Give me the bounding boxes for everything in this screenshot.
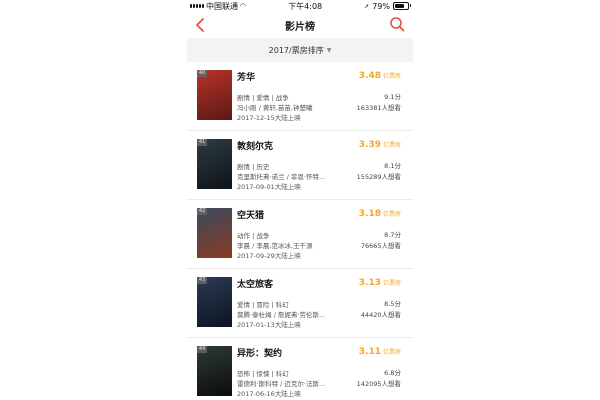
box-office-unit: 亿票房 (382, 280, 401, 287)
movie-row[interactable]: 43 太空旅客 爱情 | 冒险 | 科幻 莫腾·泰杜姆 / 詹妮弗·劳伦斯...… (187, 269, 413, 338)
status-left: 中国联通 ◠ (187, 1, 246, 12)
movie-row[interactable]: 41 敦刻尔克 剧情 | 历史 克里斯托弗·诺兰 / 菲恩·怀特... 2017… (187, 131, 413, 200)
movie-score: 8.7分 (384, 231, 401, 239)
want-to-watch-count: 76665人想看 (360, 242, 401, 250)
want-to-watch-count: 44420人想看 (360, 311, 401, 319)
box-office-value: 3.48 (358, 71, 381, 81)
box-office: 3.13 亿票房 (359, 278, 401, 288)
box-office: 3.39 亿票房 (359, 140, 401, 150)
movie-genre: 动作 | 战争 (237, 232, 270, 240)
box-office-unit: 亿票房 (382, 142, 401, 149)
movie-score: 8.1分 (384, 162, 401, 170)
rank-badge: 43 (197, 277, 207, 284)
movie-title: 空天猎 (237, 211, 265, 221)
rank-badge: 40 (197, 70, 207, 77)
movie-row[interactable]: 42 空天猎 动作 | 战争 李晨 / 李晨,范冰冰,王千源 2017-09-2… (187, 200, 413, 269)
movie-title: 异形：契约 (237, 349, 283, 359)
status-right: ➚ 79% (364, 2, 413, 11)
box-office-value: 3.13 (358, 278, 381, 288)
want-to-watch-count: 163381人想看 (356, 104, 401, 112)
want-to-watch-count: 142095人想看 (356, 380, 401, 388)
movie-release-date: 2017-09-01大陆上映 (237, 183, 301, 191)
movie-cast: 克里斯托弗·诺兰 / 菲恩·怀特... (237, 173, 326, 181)
status-bar: 中国联通 ◠ 下午4:08 ➚ 79% (187, 0, 413, 12)
box-office-value: 3.39 (358, 140, 381, 150)
signal-icon (190, 4, 204, 8)
chevron-left-icon (196, 18, 204, 32)
movie-score: 9.1分 (384, 93, 401, 101)
movie-poster[interactable]: 43 (197, 277, 232, 327)
back-button[interactable] (195, 16, 209, 34)
box-office: 3.18 亿票房 (359, 209, 401, 219)
rank-badge: 41 (197, 139, 207, 146)
box-office: 3.11 亿票房 (359, 347, 401, 357)
movie-score: 6.8分 (384, 369, 401, 377)
movie-genre: 恐怖 | 惊悚 | 科幻 (237, 370, 289, 378)
movie-cast: 莫腾·泰杜姆 / 詹妮弗·劳伦斯... (237, 311, 326, 319)
movie-cast: 雷德利·斯科特 / 迈克尔·法斯... (237, 380, 326, 388)
box-office-unit: 亿票房 (382, 349, 401, 356)
movie-poster[interactable]: 42 (197, 208, 232, 258)
search-icon (390, 17, 405, 32)
movie-release-date: 2017-06-16大陆上映 (237, 390, 301, 398)
movie-genre: 剧情 | 历史 (237, 163, 270, 171)
search-button[interactable] (389, 16, 407, 34)
movie-poster[interactable]: 40 (197, 70, 232, 120)
carrier-label: 中国联通 (206, 1, 238, 11)
movie-list: 40 芳华 剧情 | 爱情 | 战争 冯小刚 / 黄轩,苗苗,钟楚曦 2017-… (187, 62, 413, 400)
movie-cast: 冯小刚 / 黄轩,苗苗,钟楚曦 (237, 104, 313, 112)
movie-poster[interactable]: 41 (197, 139, 232, 189)
location-icon: ➚ (364, 2, 370, 10)
battery-icon (392, 2, 411, 10)
movie-release-date: 2017-01-13大陆上映 (237, 321, 301, 329)
movie-genre: 剧情 | 爱情 | 战争 (237, 94, 289, 102)
sort-filter-dropdown[interactable]: 2017/票房排序 ▼ (187, 38, 413, 62)
phone-screen: 中国联通 ◠ 下午4:08 ➚ 79% 影片榜 2017/票房排序 ▼ 40 芳… (187, 0, 413, 400)
movie-title: 芳华 (237, 73, 256, 83)
movie-release-date: 2017-09-29大陆上映 (237, 252, 301, 260)
movie-row[interactable]: 44 异形：契约 恐怖 | 惊悚 | 科幻 雷德利·斯科特 / 迈克尔·法斯..… (187, 338, 413, 400)
box-office-unit: 亿票房 (382, 211, 401, 218)
rank-badge: 42 (197, 208, 207, 215)
want-to-watch-count: 155289人想看 (356, 173, 401, 181)
movie-genre: 爱情 | 冒险 | 科幻 (237, 301, 289, 309)
chevron-down-icon: ▼ (326, 46, 332, 54)
page-title: 影片榜 (285, 21, 315, 33)
movie-title: 敦刻尔克 (237, 142, 274, 152)
status-time: 下午4:08 (288, 1, 323, 11)
sort-filter-label: 2017/票房排序 (268, 45, 324, 55)
movie-release-date: 2017-12-15大陆上映 (237, 114, 301, 122)
nav-bar: 影片榜 (187, 12, 413, 38)
box-office-unit: 亿票房 (382, 73, 401, 80)
movie-title: 太空旅客 (237, 280, 274, 290)
box-office-value: 3.11 (358, 347, 381, 357)
movie-score: 8.5分 (384, 300, 401, 308)
movie-row[interactable]: 40 芳华 剧情 | 爱情 | 战争 冯小刚 / 黄轩,苗苗,钟楚曦 2017-… (187, 62, 413, 131)
movie-poster[interactable]: 44 (197, 346, 232, 396)
box-office: 3.48 亿票房 (359, 71, 401, 81)
battery-percent: 79% (372, 1, 390, 11)
rank-badge: 44 (197, 346, 207, 353)
movie-cast: 李晨 / 李晨,范冰冰,王千源 (237, 242, 313, 250)
box-office-value: 3.18 (358, 209, 381, 219)
wifi-icon: ◠ (240, 2, 247, 10)
